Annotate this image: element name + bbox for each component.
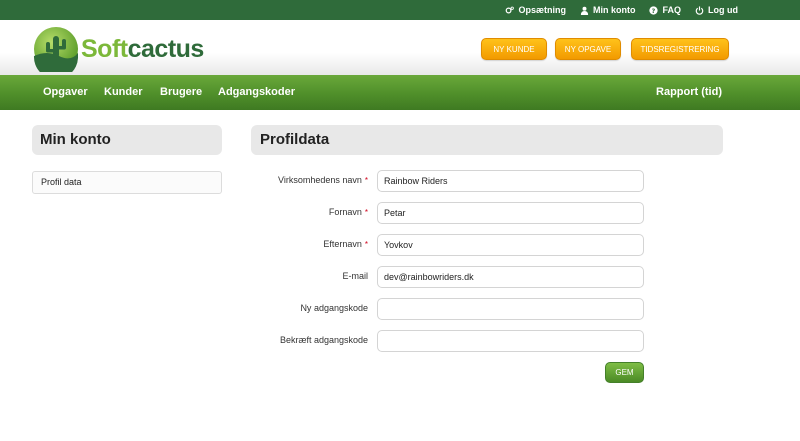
nav-item-users[interactable]: Brugere <box>160 75 202 110</box>
logout-link-label: Log ud <box>708 5 738 15</box>
logo-text: Softcactus <box>81 34 205 63</box>
new-task-button[interactable]: NY OPGAVE <box>555 38 621 60</box>
required-marker: * <box>364 240 368 249</box>
sidebar-item-profile-data[interactable]: Profil data <box>32 171 222 194</box>
last-name-label: Efternavn * <box>323 234 368 256</box>
email-label: E-mail <box>342 266 368 288</box>
cactus-logo-icon <box>33 27 78 72</box>
svg-text:?: ? <box>652 8 656 15</box>
power-icon <box>695 5 704 15</box>
my-account-link[interactable]: Min konto <box>580 5 636 15</box>
form-row-first-name: Fornavn * <box>250 202 650 224</box>
last-name-field[interactable] <box>377 234 644 256</box>
company-name-field[interactable] <box>377 170 644 192</box>
nav-item-tasks[interactable]: Opgaver <box>43 75 88 110</box>
top-links: Opsætning Min konto ? FAQ Log ud <box>505 0 738 20</box>
question-icon: ? <box>649 5 659 15</box>
nav-item-time-report[interactable]: Rapport (tid) <box>656 75 722 110</box>
logo-text-cactus: cactus <box>127 34 205 63</box>
company-name-label: Virksomhedens navn * <box>278 170 368 192</box>
page-title: Profildata <box>251 125 723 155</box>
main-nav: Opgaver Kunder Brugere Adgangskoder Rapp… <box>0 75 800 110</box>
gears-icon <box>506 6 515 13</box>
faq-link[interactable]: ? FAQ <box>649 5 681 15</box>
form-row-last-name: Efternavn * <box>250 234 650 256</box>
nav-item-customers[interactable]: Kunder <box>104 75 143 110</box>
form-row-email: E-mail <box>250 266 650 288</box>
faq-link-label: FAQ <box>662 5 681 15</box>
form-row-company-name: Virksomhedens navn * <box>250 170 650 192</box>
first-name-label-text: Fornavn <box>328 207 362 217</box>
header: Softcactus NY KUNDE NY OPGAVE TIDSREGIST… <box>0 20 800 75</box>
form-row-new-password: Ny adgangskode <box>250 298 650 320</box>
new-password-field[interactable] <box>377 298 644 320</box>
logout-link[interactable]: Log ud <box>695 5 738 15</box>
softcactus-logo[interactable]: Softcactus <box>33 26 204 72</box>
first-name-label: Fornavn * <box>329 202 368 224</box>
form-row-confirm-password: Bekræft adgangskode <box>250 330 650 352</box>
first-name-field[interactable] <box>377 202 644 224</box>
top-utility-bar: Opsætning Min konto ? FAQ Log ud <box>0 0 800 20</box>
time-registration-button[interactable]: TIDSREGISTRERING <box>631 38 729 60</box>
company-name-label-text: Virksomhedens navn <box>277 175 362 185</box>
required-marker: * <box>364 176 368 185</box>
confirm-password-field[interactable] <box>377 330 644 352</box>
settings-link[interactable]: Opsætning <box>505 5 566 15</box>
save-button[interactable]: GEM <box>605 362 644 383</box>
settings-link-label: Opsætning <box>518 5 566 15</box>
user-icon <box>580 6 589 15</box>
new-customer-button[interactable]: NY KUNDE <box>481 38 547 60</box>
new-password-label-text: Ny adgangskode <box>300 303 368 313</box>
nav-item-passwords[interactable]: Adgangskoder <box>218 75 295 110</box>
last-name-label-text: Efternavn <box>323 239 362 249</box>
logo-text-soft: Soft <box>81 34 128 63</box>
sidebar-title: Min konto <box>32 125 222 155</box>
confirm-password-label: Bekræft adgangskode <box>280 330 368 352</box>
my-account-link-label: Min konto <box>592 5 636 15</box>
email-field[interactable] <box>377 266 644 288</box>
email-label-text: E-mail <box>342 271 368 281</box>
required-marker: * <box>364 208 368 217</box>
new-password-label: Ny adgangskode <box>300 298 368 320</box>
confirm-password-label-text: Bekræft adgangskode <box>279 335 368 345</box>
